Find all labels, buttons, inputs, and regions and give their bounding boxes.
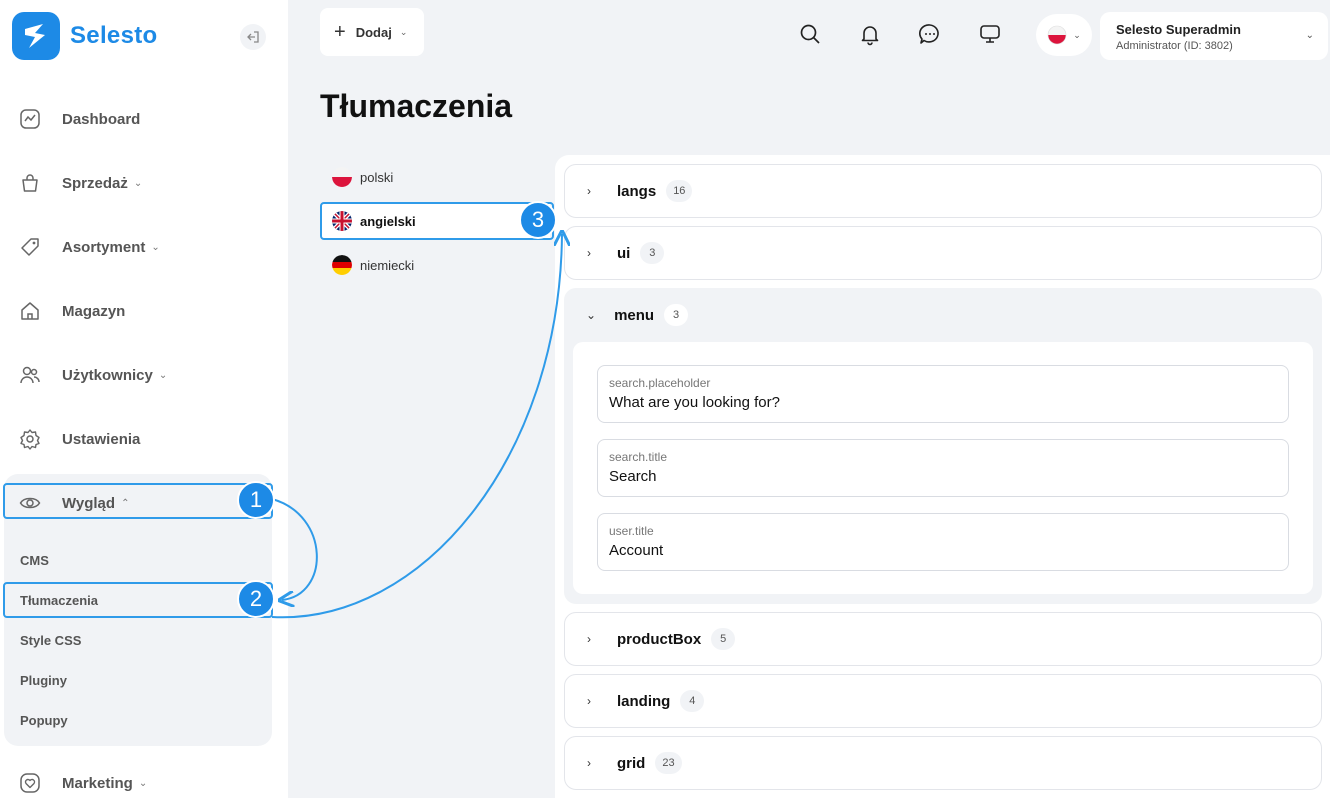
sidebar-item-asortyment[interactable]: Asortyment ⌄	[18, 232, 160, 262]
group-menu-header[interactable]: ⌄ menu 3	[564, 288, 689, 342]
heart-icon	[18, 771, 42, 795]
flag-pl-icon	[332, 167, 352, 187]
flag-pl-icon	[1047, 25, 1067, 45]
logo-mark-icon	[12, 12, 60, 60]
chevron-right-icon: ›	[587, 246, 591, 260]
chevron-right-icon: ›	[587, 756, 591, 770]
submenu-item-cms[interactable]: CMS	[20, 553, 49, 568]
chevron-down-icon: ⌄	[586, 308, 597, 322]
step-badge-1: 1	[237, 481, 275, 519]
sidebar-item-dashboard[interactable]: Dashboard	[18, 104, 140, 134]
count-badge: 5	[711, 628, 736, 650]
sidebar-item-ustawienia[interactable]: Ustawienia	[18, 424, 140, 454]
submenu-item-style-css[interactable]: Style CSS	[20, 633, 81, 648]
translation-field-user-title[interactable]: user.title Account	[597, 513, 1289, 571]
home-icon	[18, 299, 42, 323]
sidebar-item-uzytkownicy[interactable]: Użytkownicy ⌄	[18, 360, 167, 390]
chevron-down-icon: ⌄	[399, 26, 408, 37]
group-menu: ⌄ menu 3 search.placeholder What are you…	[564, 288, 1322, 604]
chevron-right-icon: ›	[587, 632, 591, 646]
highlight-wyglad	[3, 483, 273, 519]
count-badge: 3	[640, 242, 665, 264]
chevron-down-icon: ⌄	[133, 177, 143, 189]
group-productbox[interactable]: › productBox 5	[564, 612, 1322, 666]
chevron-down-icon: ⌄	[151, 241, 160, 253]
search-icon[interactable]	[798, 22, 822, 46]
sidebar-item-marketing[interactable]: Marketing ⌄	[18, 768, 147, 798]
field-key: user.title	[609, 524, 654, 538]
count-badge: 16	[666, 180, 693, 202]
plus-icon: +	[334, 20, 346, 43]
count-badge: 4	[680, 690, 705, 712]
gear-icon	[18, 427, 42, 451]
translation-field-search-title[interactable]: search.title Search	[597, 439, 1289, 497]
group-langs[interactable]: › langs 16	[564, 164, 1322, 218]
sidebar-item-sprzedaz[interactable]: Sprzedaż ⌄	[18, 168, 142, 198]
sidebar-item-magazyn[interactable]: Magazyn	[18, 296, 125, 326]
count-badge: 23	[655, 752, 682, 774]
monitor-icon[interactable]	[978, 22, 1002, 46]
group-menu-fields: search.placeholder What are you looking …	[573, 342, 1313, 594]
chevron-down-icon: ⌄	[1073, 29, 1081, 40]
chevron-down-icon: ⌄	[158, 369, 168, 381]
field-value[interactable]: What are you looking for?	[609, 394, 1277, 411]
group-grid[interactable]: › grid 23	[564, 736, 1322, 790]
bell-icon[interactable]	[858, 22, 882, 46]
user-menu[interactable]: Selesto Superadmin Administrator (ID: 38…	[1100, 12, 1328, 60]
users-icon	[18, 363, 42, 387]
language-switcher[interactable]: ⌄	[1036, 14, 1092, 56]
field-value[interactable]: Account	[609, 542, 1277, 559]
step-badge-3: 3	[519, 201, 557, 239]
flag-de-icon	[332, 255, 352, 275]
language-item-polski[interactable]: polski	[322, 159, 550, 195]
chevron-down-icon: ⌄	[138, 777, 148, 789]
submenu-item-popupy[interactable]: Popupy	[20, 713, 68, 728]
chart-icon	[18, 107, 42, 131]
chevron-down-icon: ⌄	[1305, 30, 1314, 41]
chat-icon[interactable]	[918, 22, 942, 46]
step-badge-2: 2	[237, 580, 275, 618]
field-value[interactable]: Search	[609, 468, 1277, 485]
count-badge: 3	[664, 304, 689, 326]
translation-field-search-placeholder[interactable]: search.placeholder What are you looking …	[597, 365, 1289, 423]
group-ui[interactable]: › ui 3	[564, 226, 1322, 280]
submenu-item-pluginy[interactable]: Pluginy	[20, 673, 67, 688]
highlight-tlumaczenia	[3, 582, 273, 618]
sidebar: Selesto Dashboard Sprzedaż ⌄ Asortyment …	[0, 0, 288, 798]
field-key: search.placeholder	[609, 376, 711, 390]
bag-icon	[18, 171, 42, 195]
logout-arrow-icon	[247, 31, 259, 43]
collapse-sidebar-button[interactable]	[240, 24, 266, 50]
field-key: search.title	[609, 450, 668, 464]
tag-icon	[18, 235, 42, 259]
logo[interactable]: Selesto	[12, 12, 157, 60]
language-item-niemiecki[interactable]: niemiecki	[322, 247, 550, 283]
chevron-right-icon: ›	[587, 694, 591, 708]
group-landing[interactable]: › landing 4	[564, 674, 1322, 728]
add-button[interactable]: + Dodaj ⌄	[320, 8, 424, 56]
page-title: Tłumaczenia	[320, 88, 513, 124]
logo-text: Selesto	[70, 22, 158, 49]
chevron-right-icon: ›	[587, 184, 591, 198]
